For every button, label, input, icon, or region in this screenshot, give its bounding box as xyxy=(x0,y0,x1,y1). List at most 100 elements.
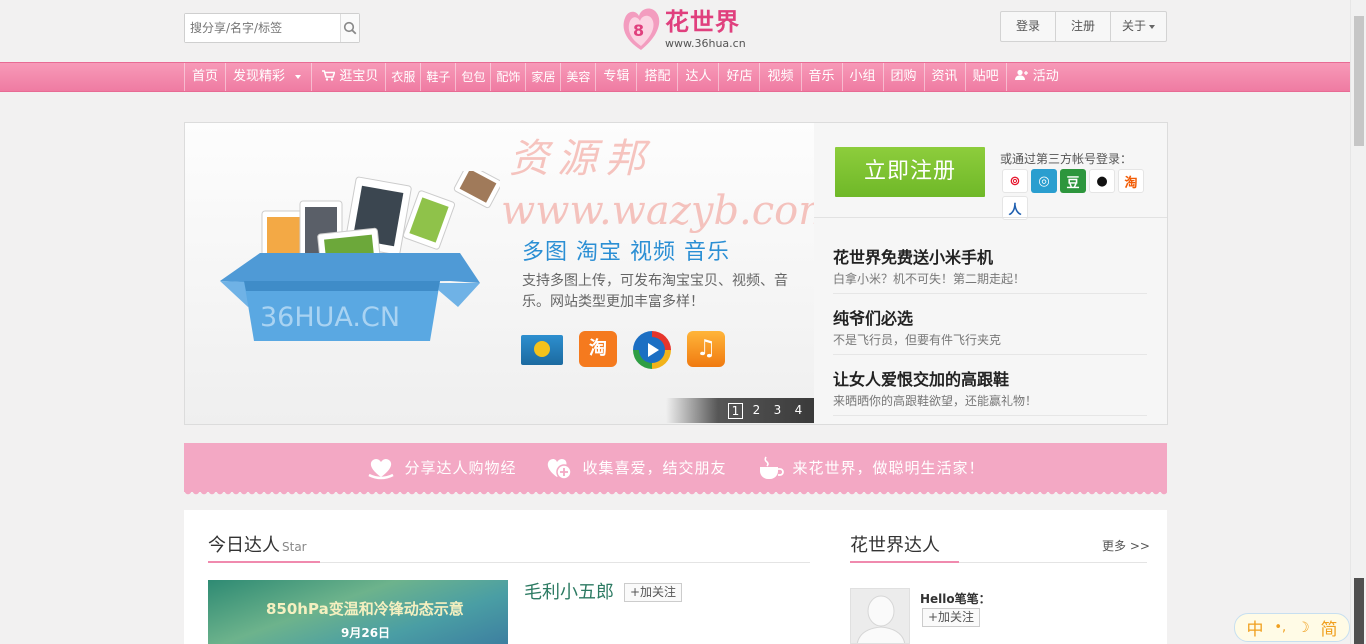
scrollbar-overlay xyxy=(1354,578,1364,644)
today-star-title-text: 今日达人 xyxy=(208,535,280,556)
nav-item-groupbuy[interactable]: 团购 xyxy=(882,63,924,91)
carousel-pager: 1 2 3 4 xyxy=(666,398,814,423)
nav-item-bags[interactable]: 包包 xyxy=(455,63,490,91)
nav-item-accessories[interactable]: 配饰 xyxy=(490,63,525,91)
pager-dot-3[interactable]: 3 xyxy=(770,403,785,419)
about-dropdown[interactable]: 关于 xyxy=(1111,12,1166,41)
news-item[interactable]: 花世界免费送小米手机 白拿小米？机不可失！第二期走起！ xyxy=(833,244,1147,294)
logo-url: www.36hua.cn xyxy=(665,37,746,50)
news-title[interactable]: 花世界免费送小米手机 xyxy=(833,244,1147,268)
star-user-name[interactable]: 毛利小五郎 xyxy=(524,578,614,604)
nav-item-beauty[interactable]: 美容 xyxy=(560,63,595,91)
today-star-title: 今日达人 Star xyxy=(208,531,307,557)
pager-dot-4[interactable]: 4 xyxy=(791,403,806,419)
slogan-text: 来花世界，做聪明生活家！ xyxy=(792,459,985,477)
news-item[interactable]: 让女人爱恨交加的高跟鞋 来晒晒你的高跟鞋欲望，还能赢礼物！ xyxy=(833,366,1147,416)
main-content: 今日达人 Star 850hPa变温和冷锋动态示意 9月26日 毛利小五郎 +加关… xyxy=(184,510,1167,644)
nav-item-news[interactable]: 资讯 xyxy=(923,63,965,91)
slide-description: 支持多图上传，可发布淘宝宝贝、视频、音乐。网站类型更加丰富多样！ xyxy=(522,273,788,310)
tencent-weibo-icon[interactable]: ◎ xyxy=(1031,169,1057,193)
avatar[interactable] xyxy=(850,588,910,644)
login-button[interactable]: 登录 xyxy=(1001,12,1056,41)
follow-button[interactable]: +加关注 xyxy=(624,583,683,602)
search-button[interactable] xyxy=(340,14,359,42)
chevron-down-icon xyxy=(295,74,302,79)
nav-item-events[interactable]: 活动 xyxy=(1005,63,1077,91)
moon-icon[interactable]: ☽ xyxy=(1297,620,1310,636)
taobao-icon[interactable]: 淘 xyxy=(1118,169,1144,193)
follow-button[interactable]: +加关注 xyxy=(922,608,981,627)
ime-toolbar[interactable]: 中 •, ☽ 简 xyxy=(1234,613,1350,642)
nav-item-home-goods[interactable]: 家居 xyxy=(525,63,560,91)
music-icon: ♫ xyxy=(687,331,725,367)
coffee-cup-icon xyxy=(759,456,784,479)
nav-item-outfits[interactable]: 搭配 xyxy=(636,63,677,91)
section-divider xyxy=(850,561,1147,563)
ime-mode-label[interactable]: 中 xyxy=(1246,615,1263,640)
taobao-icon: 淘 xyxy=(579,331,617,367)
punctuation-icon[interactable]: •, xyxy=(1274,620,1286,635)
scrollbar-thumb[interactable] xyxy=(1354,16,1364,146)
hero-banner: 36HUA.CN 多图 淘宝 视频 音乐 支持多图上传，可发布淘宝宝贝、视频、音… xyxy=(184,122,1168,425)
nav-item-albums[interactable]: 专辑 xyxy=(595,63,636,91)
nav-item-shop[interactable]: 逛宝贝 xyxy=(311,63,385,91)
ime-charset-label[interactable]: 简 xyxy=(1321,615,1338,640)
more-link[interactable]: 更多 >> xyxy=(1102,537,1150,554)
slogan-item: 收集喜爱，结交朋友 xyxy=(544,455,726,481)
svg-text:8: 8 xyxy=(633,21,644,40)
nav-item-video[interactable]: 视频 xyxy=(759,63,800,91)
image-date: 9月26日 xyxy=(341,626,391,640)
nav-item-home[interactable]: 首页 xyxy=(184,63,225,91)
nav-item-experts[interactable]: 达人 xyxy=(677,63,718,91)
expert-user-name[interactable]: Hello笔笔： xyxy=(920,590,991,607)
page-scrollbar[interactable] xyxy=(1350,0,1366,644)
world-stars-title: 花世界达人 xyxy=(850,535,940,556)
news-desc: 白拿小米？机不可失！第二期走起！ xyxy=(833,272,1026,286)
news-item[interactable]: 纯爷们必选 不是飞行员，但要有件飞行夹克 xyxy=(833,305,1147,355)
slogan-text: 收集喜爱，结交朋友 xyxy=(582,459,727,477)
section-divider xyxy=(208,561,810,563)
nav-item-clothes[interactable]: 衣服 xyxy=(385,63,420,91)
nav-item-shop-label: 逛宝贝 xyxy=(339,69,379,84)
featured-image[interactable]: 850hPa变温和冷锋动态示意 9月26日 xyxy=(208,580,508,644)
news-desc: 来晒晒你的高跟鞋欲望，还能赢礼物！ xyxy=(833,394,1038,408)
carousel-slide[interactable]: 36HUA.CN 多图 淘宝 视频 音乐 支持多图上传，可发布淘宝宝贝、视频、音… xyxy=(185,123,814,424)
nav-item-groups[interactable]: 小组 xyxy=(841,63,883,91)
cart-icon xyxy=(322,70,336,81)
banner-sidebar: 立即注册 或通过第三方帐号登录： ⊚ ◎ 豆 ● 淘 人 花世界免费送小米手机 … xyxy=(814,123,1167,424)
search-input[interactable] xyxy=(185,14,340,42)
slogan-text: 分享达人购物经 xyxy=(404,459,517,477)
nav-item-stores[interactable]: 好店 xyxy=(718,63,759,91)
header: 8 花世界 www.36hua.cn 登录 注册 关于 xyxy=(0,0,1350,62)
account-menu: 登录 注册 关于 xyxy=(1000,11,1167,42)
news-title[interactable]: 让女人爱恨交加的高跟鞋 xyxy=(833,366,1147,390)
slide-title: 多图 淘宝 视频 音乐 xyxy=(522,240,730,265)
pager-dot-2[interactable]: 2 xyxy=(749,403,764,419)
signup-now-button[interactable]: 立即注册 xyxy=(835,147,985,197)
flower-logo-icon: 8 xyxy=(623,8,660,50)
slogan-item: 来花世界，做聪明生活家！ xyxy=(755,455,985,481)
image-icon xyxy=(521,335,563,365)
user-silhouette-icon xyxy=(856,595,906,643)
register-button[interactable]: 注册 xyxy=(1056,12,1111,41)
qq-icon[interactable]: ● xyxy=(1089,169,1115,193)
video-play-icon xyxy=(633,331,671,369)
heart-plus-icon xyxy=(548,458,573,480)
douban-icon[interactable]: 豆 xyxy=(1060,169,1086,193)
add-user-icon xyxy=(1014,69,1028,80)
site-logo[interactable]: 8 花世界 www.36hua.cn xyxy=(619,4,754,54)
nav-item-music[interactable]: 音乐 xyxy=(800,63,842,91)
logo-title: 花世界 xyxy=(665,8,740,36)
weibo-icon[interactable]: ⊚ xyxy=(1002,169,1028,193)
news-title[interactable]: 纯爷们必选 xyxy=(833,305,1147,329)
nav-item-forum[interactable]: 贴吧 xyxy=(964,63,1006,91)
nav-item-shoes[interactable]: 鞋子 xyxy=(420,63,455,91)
chevron-down-icon xyxy=(1149,24,1155,29)
about-label: 关于 xyxy=(1121,19,1146,33)
today-star-subtitle: Star xyxy=(282,540,307,554)
pager-dot-1[interactable]: 1 xyxy=(728,402,743,419)
image-caption: 850hPa变温和冷锋动态示意 xyxy=(266,600,464,618)
news-desc: 不是飞行员，但要有件飞行夹克 xyxy=(833,333,1002,347)
search-icon xyxy=(343,21,357,35)
nav-item-discover[interactable]: 发现精彩 xyxy=(225,63,311,91)
